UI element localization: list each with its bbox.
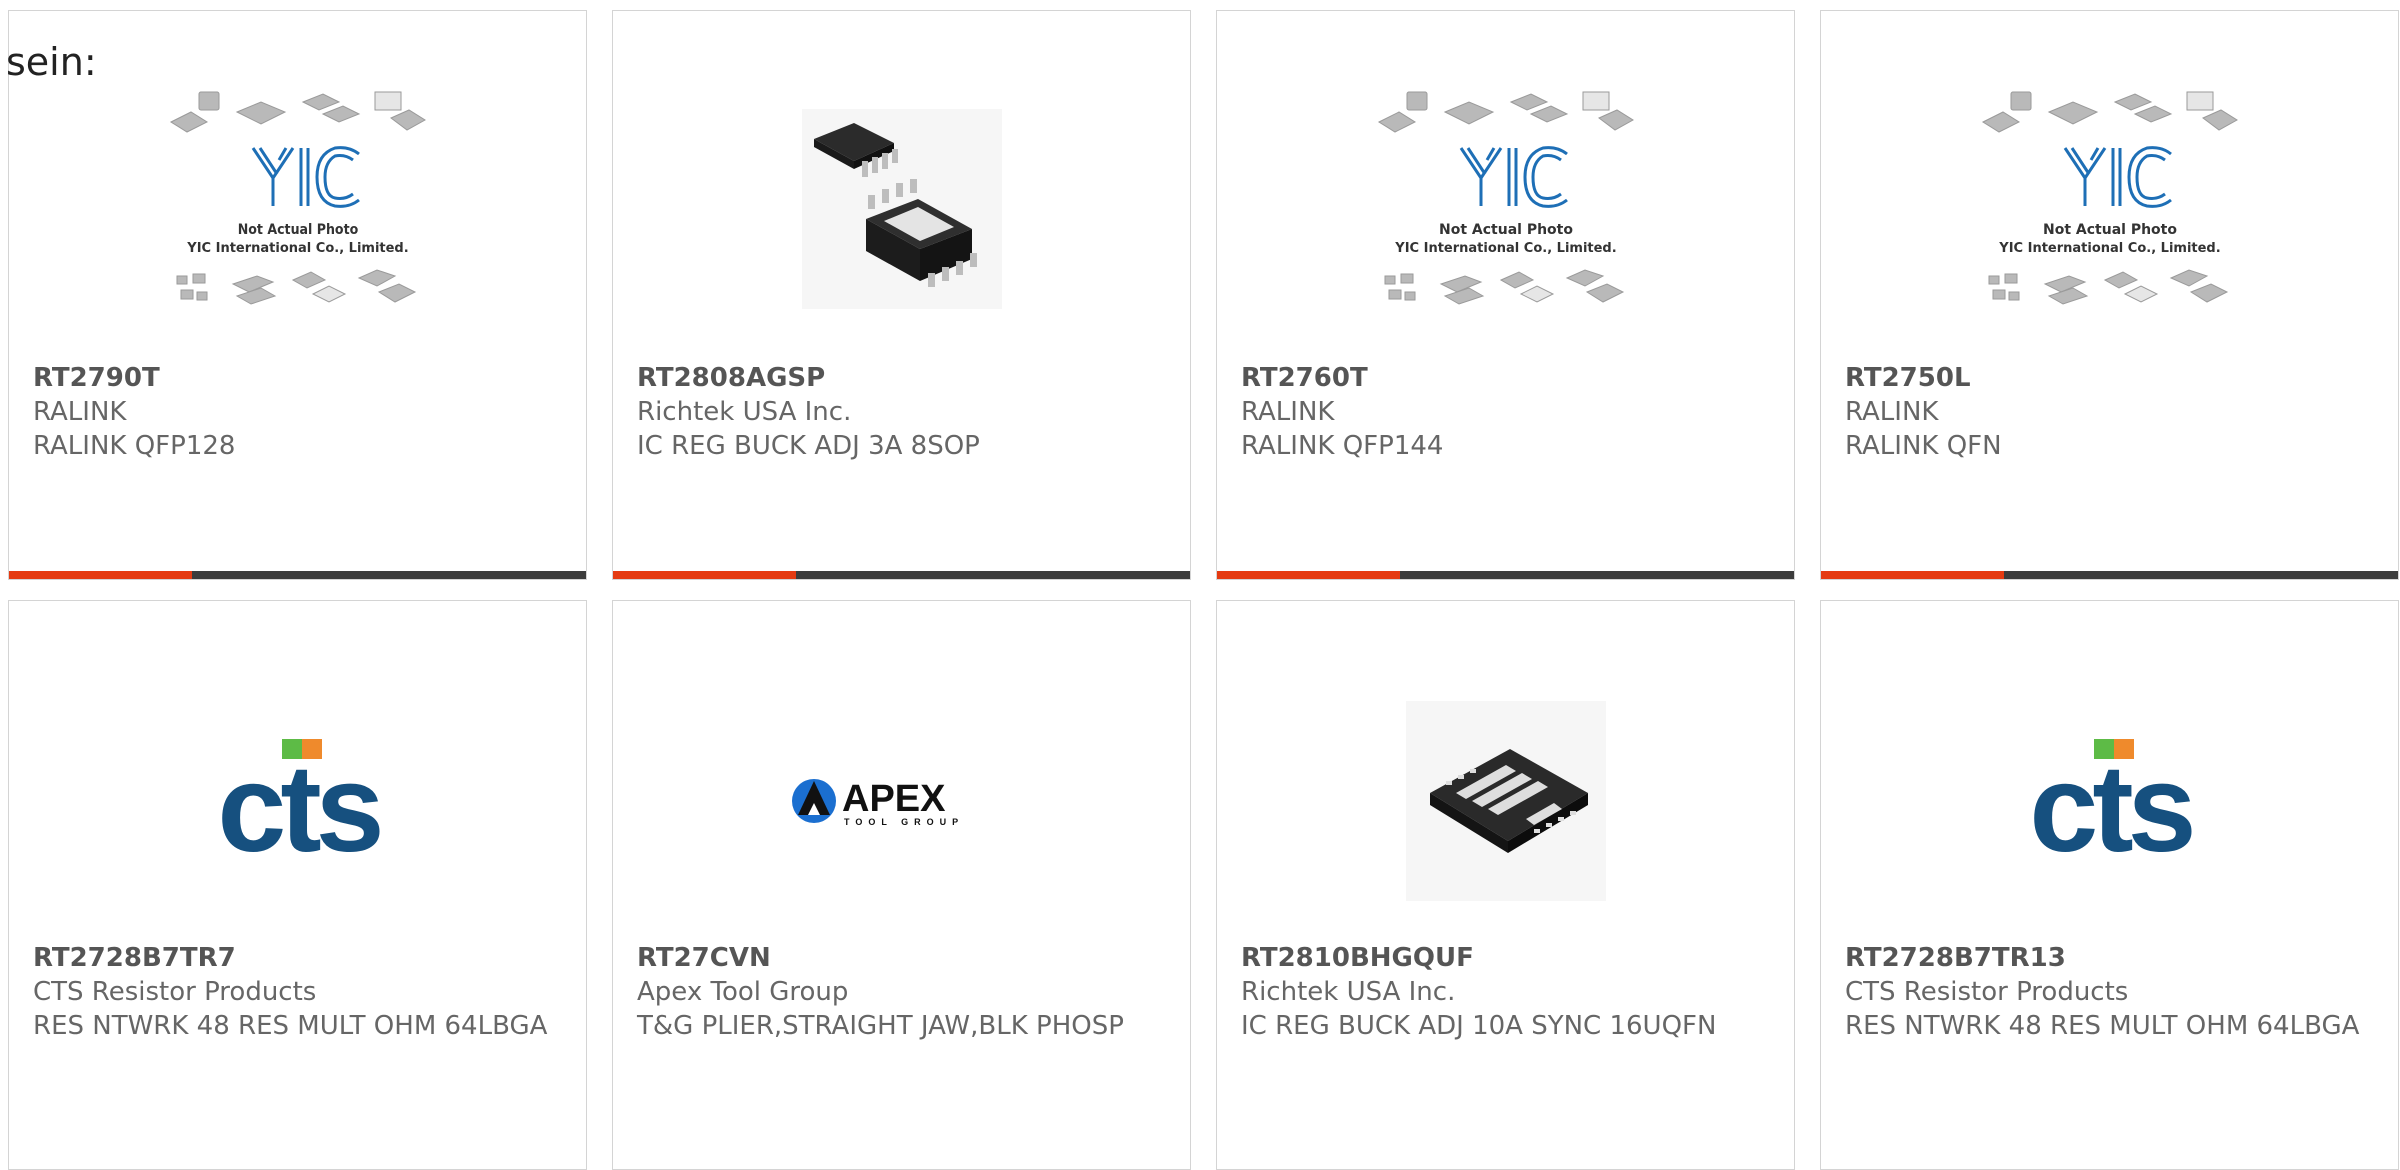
product-info: RT2760T RALINK RALINK QFP144 xyxy=(1241,361,1770,463)
placeholder-line2: YIC International Co., Limited. xyxy=(186,241,408,256)
msop-chip-image xyxy=(801,109,1002,309)
part-number[interactable]: RT2750L xyxy=(1845,361,2374,395)
product-info: RT2808AGSP Richtek USA Inc. IC REG BUCK … xyxy=(637,361,1166,463)
product-info: RT2790T RALINK RALINK QFP128 xyxy=(33,361,562,463)
manufacturer: RALINK xyxy=(1241,397,1335,427)
card-accent-bar xyxy=(1821,571,2398,579)
part-number[interactable]: RT2790T xyxy=(33,361,562,395)
product-info: RT2728B7TR13 CTS Resistor Products RES N… xyxy=(1845,941,2374,1043)
overlay-text: sein: xyxy=(6,40,97,84)
product-image[interactable]: cts xyxy=(1821,661,2398,941)
yic-placeholder-image: Not Actual Photo YIC International Co., … xyxy=(169,91,426,305)
manufacturer: Richtek USA Inc. xyxy=(637,397,852,427)
cts-logo-text: cts xyxy=(2029,740,2191,871)
cts-logo-image: cts xyxy=(217,739,385,871)
product-image[interactable] xyxy=(1217,661,1794,941)
product-info: RT2750L RALINK RALINK QFN xyxy=(1845,361,2374,463)
uqfn-chip-image xyxy=(1405,701,1606,901)
manufacturer: RALINK xyxy=(33,397,127,427)
product-image[interactable]: cts xyxy=(9,661,586,941)
cts-logo-text: cts xyxy=(217,740,379,871)
card-accent-bar xyxy=(1217,571,1794,579)
description: RALINK QFN xyxy=(1845,431,2002,461)
placeholder-line1: Not Actual Photo xyxy=(237,222,358,238)
product-image[interactable]: Not Actual Photo YIC International Co., … xyxy=(1217,69,1794,349)
product-card[interactable]: APEX TOOL GROUP RT27CVN Apex Tool Group … xyxy=(612,600,1191,1170)
placeholder-line2: YIC International Co., Limited. xyxy=(1998,241,2220,256)
description: RES NTWRK 48 RES MULT OHM 64LBGA xyxy=(33,1011,548,1041)
placeholder-line2: YIC International Co., Limited. xyxy=(1394,241,1616,256)
product-card[interactable]: cts RT2728B7TR13 CTS Resistor Products R… xyxy=(1820,600,2399,1170)
description: T&G PLIER,STRAIGHT JAW,BLK PHOSP xyxy=(637,1011,1124,1041)
product-image[interactable]: APEX TOOL GROUP xyxy=(613,661,1190,941)
description: IC REG BUCK ADJ 10A SYNC 16UQFN xyxy=(1241,1011,1717,1041)
manufacturer: RALINK xyxy=(1845,397,1939,427)
description: IC REG BUCK ADJ 3A 8SOP xyxy=(637,431,980,461)
manufacturer: CTS Resistor Products xyxy=(33,977,317,1007)
product-info: RT2810BHGQUF Richtek USA Inc. IC REG BUC… xyxy=(1241,941,1770,1043)
part-number[interactable]: RT2728B7TR13 xyxy=(1845,941,2374,975)
product-info: RT27CVN Apex Tool Group T&G PLIER,STRAIG… xyxy=(637,941,1166,1043)
product-card[interactable]: cts RT2728B7TR7 CTS Resistor Products RE… xyxy=(8,600,587,1170)
yic-placeholder-image: Not Actual Photo YIC International Co., … xyxy=(1377,91,1634,305)
product-card[interactable]: RT2808AGSP Richtek USA Inc. IC REG BUCK … xyxy=(612,10,1191,580)
product-card[interactable]: RT2810BHGQUF Richtek USA Inc. IC REG BUC… xyxy=(1216,600,1795,1170)
description: RALINK QFP144 xyxy=(1241,431,1444,461)
part-number[interactable]: RT27CVN xyxy=(637,941,1166,975)
placeholder-line1: Not Actual Photo xyxy=(1439,222,1573,238)
product-grid: Not Actual Photo YIC International Co., … xyxy=(0,0,2400,1170)
apex-logo-text: APEX xyxy=(842,778,946,820)
apex-logo-sub: TOOL GROUP xyxy=(844,817,964,827)
placeholder-line1: Not Actual Photo xyxy=(2043,222,2177,238)
product-image[interactable]: Not Actual Photo YIC International Co., … xyxy=(1821,69,2398,349)
cts-logo-image: cts xyxy=(2029,739,2197,871)
product-card[interactable]: Not Actual Photo YIC International Co., … xyxy=(1820,10,2399,580)
card-accent-bar xyxy=(613,571,1190,579)
part-number[interactable]: RT2808AGSP xyxy=(637,361,1166,395)
card-accent-bar xyxy=(9,571,586,579)
description: RALINK QFP128 xyxy=(33,431,236,461)
yic-placeholder-image: Not Actual Photo YIC International Co., … xyxy=(1981,91,2238,305)
part-number[interactable]: RT2760T xyxy=(1241,361,1770,395)
product-image[interactable] xyxy=(613,69,1190,349)
apex-logo-image: APEX TOOL GROUP xyxy=(791,778,964,827)
part-number[interactable]: RT2728B7TR7 xyxy=(33,941,562,975)
manufacturer: CTS Resistor Products xyxy=(1845,977,2129,1007)
part-number[interactable]: RT2810BHGQUF xyxy=(1241,941,1770,975)
product-card[interactable]: Not Actual Photo YIC International Co., … xyxy=(8,10,587,580)
product-info: RT2728B7TR7 CTS Resistor Products RES NT… xyxy=(33,941,562,1043)
manufacturer: Apex Tool Group xyxy=(637,977,849,1007)
description: RES NTWRK 48 RES MULT OHM 64LBGA xyxy=(1845,1011,2360,1041)
product-card[interactable]: Not Actual Photo YIC International Co., … xyxy=(1216,10,1795,580)
product-image[interactable]: Not Actual Photo YIC International Co., … xyxy=(9,69,586,349)
manufacturer: Richtek USA Inc. xyxy=(1241,977,1456,1007)
